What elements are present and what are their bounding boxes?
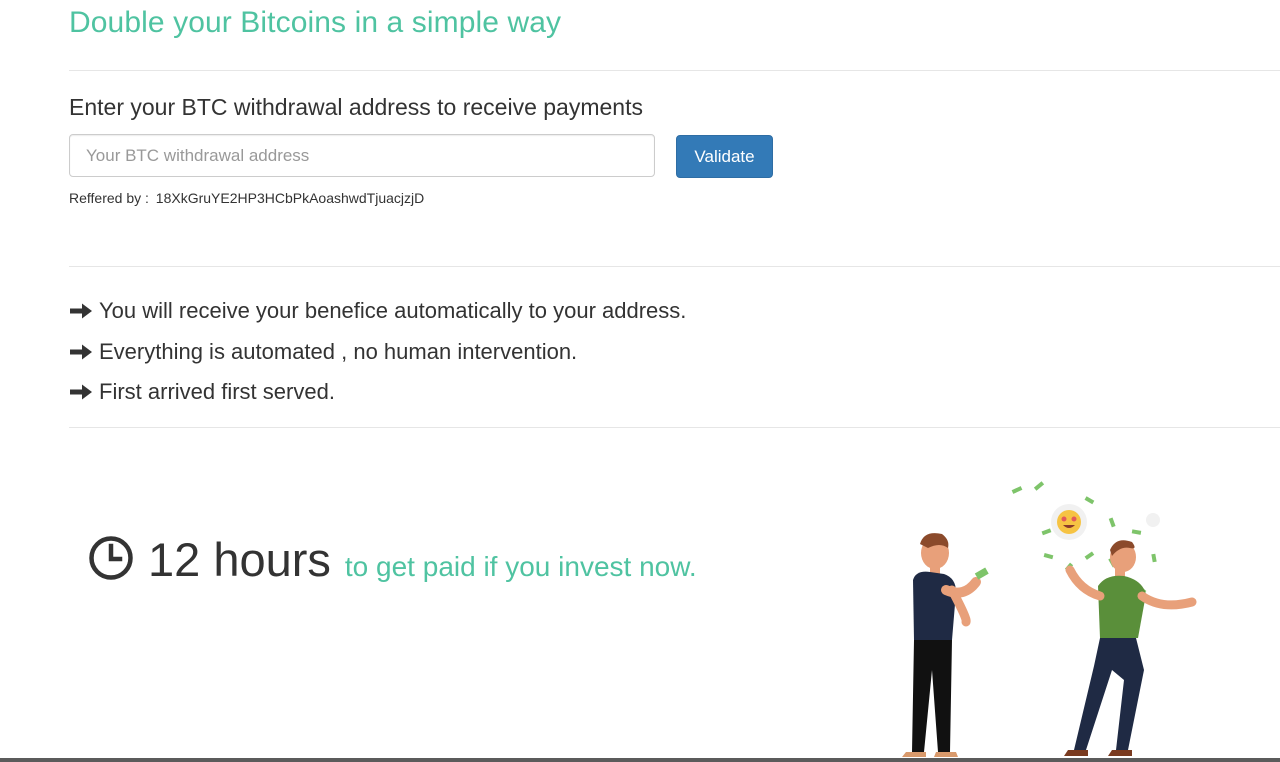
benefit-item: Everything is automated , no human inter…	[69, 332, 686, 373]
benefit-item: First arrived first served.	[69, 372, 686, 413]
benefits-list: You will receive your benefice automatic…	[69, 291, 686, 413]
page-title: Double your Bitcoins in a simple way	[69, 6, 562, 39]
benefit-item: You will receive your benefice automatic…	[69, 291, 686, 332]
arrow-right-icon	[70, 384, 92, 400]
arrow-right-icon	[70, 344, 92, 360]
bottom-border	[0, 758, 1280, 762]
people-money-illustration	[902, 481, 1197, 757]
referred-address: 18XkGruYE2HP3HCbPkAoashwdTjuacjzjD	[155, 190, 425, 206]
address-prompt: Enter your BTC withdrawal address to rec…	[69, 94, 643, 120]
referred-by: Reffered by : 18XkGruYE2HP3HCbPkAoashwdT…	[69, 190, 424, 206]
countdown: 12 hours to get paid if you invest now.	[88, 532, 697, 587]
benefit-text: You will receive your benefice automatic…	[99, 298, 687, 324]
countdown-message: to get paid if you invest now.	[344, 551, 697, 582]
divider	[69, 266, 1280, 267]
clock-icon	[89, 535, 133, 580]
referred-label: Reffered by :	[69, 190, 149, 206]
benefit-text: Everything is automated , no human inter…	[99, 338, 578, 364]
benefit-text: First arrived first served.	[99, 379, 335, 405]
countdown-hours: 12 hours	[148, 533, 331, 586]
btc-address-input[interactable]	[69, 134, 655, 177]
arrow-right-icon	[70, 303, 92, 319]
divider	[69, 427, 1280, 428]
validate-button[interactable]: Validate	[676, 135, 773, 178]
divider	[69, 70, 1280, 71]
